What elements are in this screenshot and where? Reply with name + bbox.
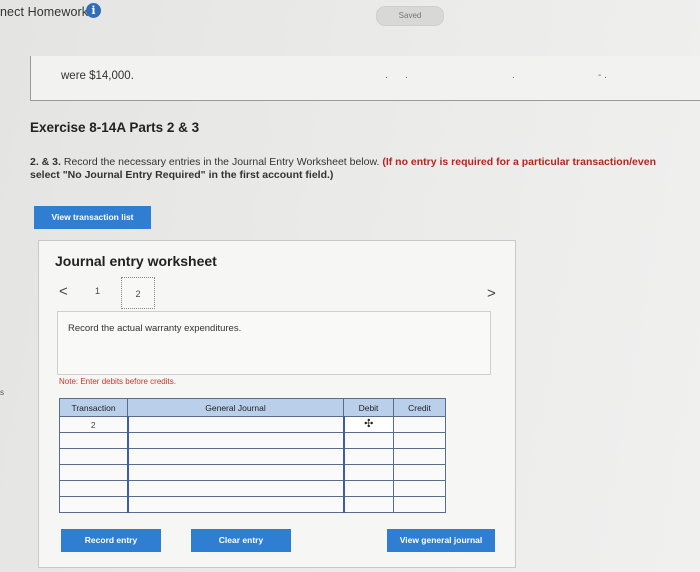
exercise-instructions: 2. & 3. Record the necessary entries in … — [30, 156, 700, 182]
instruction-line-2: select "No Journal Entry Required" in th… — [30, 169, 334, 181]
info-icon[interactable]: i — [86, 3, 101, 18]
account-field[interactable] — [126, 448, 345, 465]
journal-entry-worksheet: Journal entry worksheet < 1 2 > Record t… — [38, 240, 516, 568]
page-tab-2[interactable]: 2 — [121, 277, 155, 309]
journal-table: Transaction General Journal Debit Credit… — [59, 398, 446, 513]
table-row — [59, 448, 446, 465]
artifact-dot: . — [512, 70, 515, 81]
artifact-dot: . — [405, 70, 408, 81]
credit-field[interactable] — [393, 480, 446, 497]
app-title: nect Homework — [0, 5, 89, 19]
table-row — [59, 496, 446, 513]
worksheet-title: Journal entry worksheet — [55, 253, 217, 269]
entry-prompt-box: Record the actual warranty expenditures. — [57, 311, 491, 375]
account-field[interactable] — [126, 464, 345, 481]
debit-field[interactable]: ✣ — [343, 416, 394, 433]
transaction-cell — [59, 448, 128, 465]
table-row — [59, 464, 446, 481]
credit-field[interactable] — [393, 416, 446, 433]
header-debit: Debit — [343, 398, 394, 417]
account-field[interactable] — [126, 416, 345, 433]
chevron-right-icon[interactable]: > — [487, 285, 496, 302]
account-field[interactable] — [126, 432, 345, 449]
move-cursor-icon: ✣ — [364, 418, 374, 430]
edge-fragment: s — [0, 388, 4, 397]
table-header-row: Transaction General Journal Debit Credit — [59, 398, 446, 417]
record-entry-button[interactable]: Record entry — [61, 529, 161, 552]
debit-field[interactable] — [343, 432, 394, 449]
table-row — [59, 432, 446, 449]
header-general-journal: General Journal — [127, 398, 344, 417]
credit-field[interactable] — [393, 432, 446, 449]
artifact-dot: . — [385, 70, 388, 81]
saved-status-badge: Saved — [376, 6, 444, 26]
view-transaction-list-button[interactable]: View transaction list — [34, 206, 151, 229]
credit-field[interactable] — [393, 464, 446, 481]
transaction-cell — [59, 432, 128, 449]
artifact-dot: - . — [598, 70, 607, 81]
transaction-cell — [59, 496, 128, 513]
debit-field[interactable] — [343, 496, 394, 513]
page-tab-1[interactable]: 1 — [95, 286, 100, 296]
instruction-lead: 2. & 3. — [30, 156, 61, 168]
account-field[interactable] — [126, 496, 345, 513]
credit-field[interactable] — [393, 448, 446, 465]
top-bar: nect Homework i Saved — [0, 0, 700, 30]
exercise-title: Exercise 8-14A Parts 2 & 3 — [30, 120, 200, 135]
table-row — [59, 480, 446, 497]
chevron-left-icon[interactable]: < — [59, 283, 68, 300]
debit-field[interactable] — [343, 448, 394, 465]
header-transaction: Transaction — [59, 398, 128, 417]
instruction-main: Record the necessary entries in the Jour… — [60, 156, 383, 168]
header-credit: Credit — [393, 398, 446, 417]
entry-prompt-text: Record the actual warranty expenditures. — [68, 323, 242, 334]
credit-field[interactable] — [393, 496, 446, 513]
account-field[interactable] — [126, 480, 345, 497]
debit-field[interactable] — [343, 464, 394, 481]
note-text: Note: Enter debits before credits. — [59, 377, 176, 386]
transaction-cell: 2 — [59, 416, 128, 433]
debit-field[interactable] — [343, 480, 394, 497]
table-row: 2 ✣ — [59, 416, 446, 433]
transaction-cell — [59, 480, 128, 497]
transaction-cell — [59, 464, 128, 481]
instruction-note-red: (If no entry is required for a particula… — [382, 156, 656, 168]
previous-question-text: were $14,000. — [61, 70, 134, 82]
view-general-journal-button[interactable]: View general journal — [387, 529, 495, 552]
clear-entry-button[interactable]: Clear entry — [191, 529, 291, 552]
